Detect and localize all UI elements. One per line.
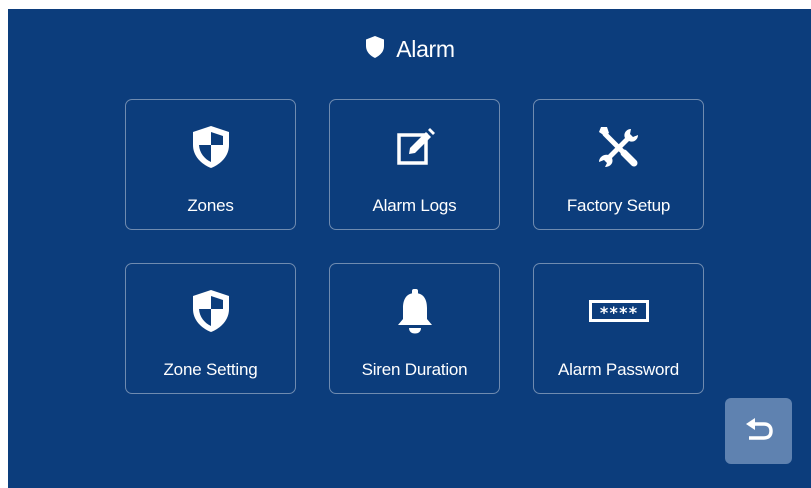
password-mask: **** [599,303,638,322]
back-button[interactable] [725,398,792,464]
alarm-logs-label: Alarm Logs [372,196,457,215]
bell-icon [330,288,499,334]
zone-setting-button[interactable]: Zone Setting [125,263,296,394]
zones-label: Zones [187,196,234,215]
edit-log-icon [330,124,499,170]
alarm-password-button[interactable]: **** Alarm Password [533,263,704,394]
page-title: Alarm [396,35,455,62]
shield-checker-icon [126,288,295,334]
alarm-logs-button[interactable]: Alarm Logs [329,99,500,230]
shield-icon [364,35,386,64]
shield-checker-icon [126,124,295,170]
back-arrow-icon [744,417,774,445]
alarm-password-label: Alarm Password [558,360,679,379]
factory-setup-label: Factory Setup [566,196,671,215]
zone-setting-label: Zone Setting [163,360,258,379]
siren-duration-label: Siren Duration [361,360,468,379]
siren-duration-button[interactable]: Siren Duration [329,263,500,394]
alarm-screen: Alarm Zones Alarm Logs Factory Setup Zon… [8,9,811,488]
page-header: Alarm [8,35,811,63]
password-icon: **** [534,288,703,334]
zones-button[interactable]: Zones [125,99,296,230]
tools-icon [534,124,703,170]
factory-setup-button[interactable]: Factory Setup [533,99,704,230]
